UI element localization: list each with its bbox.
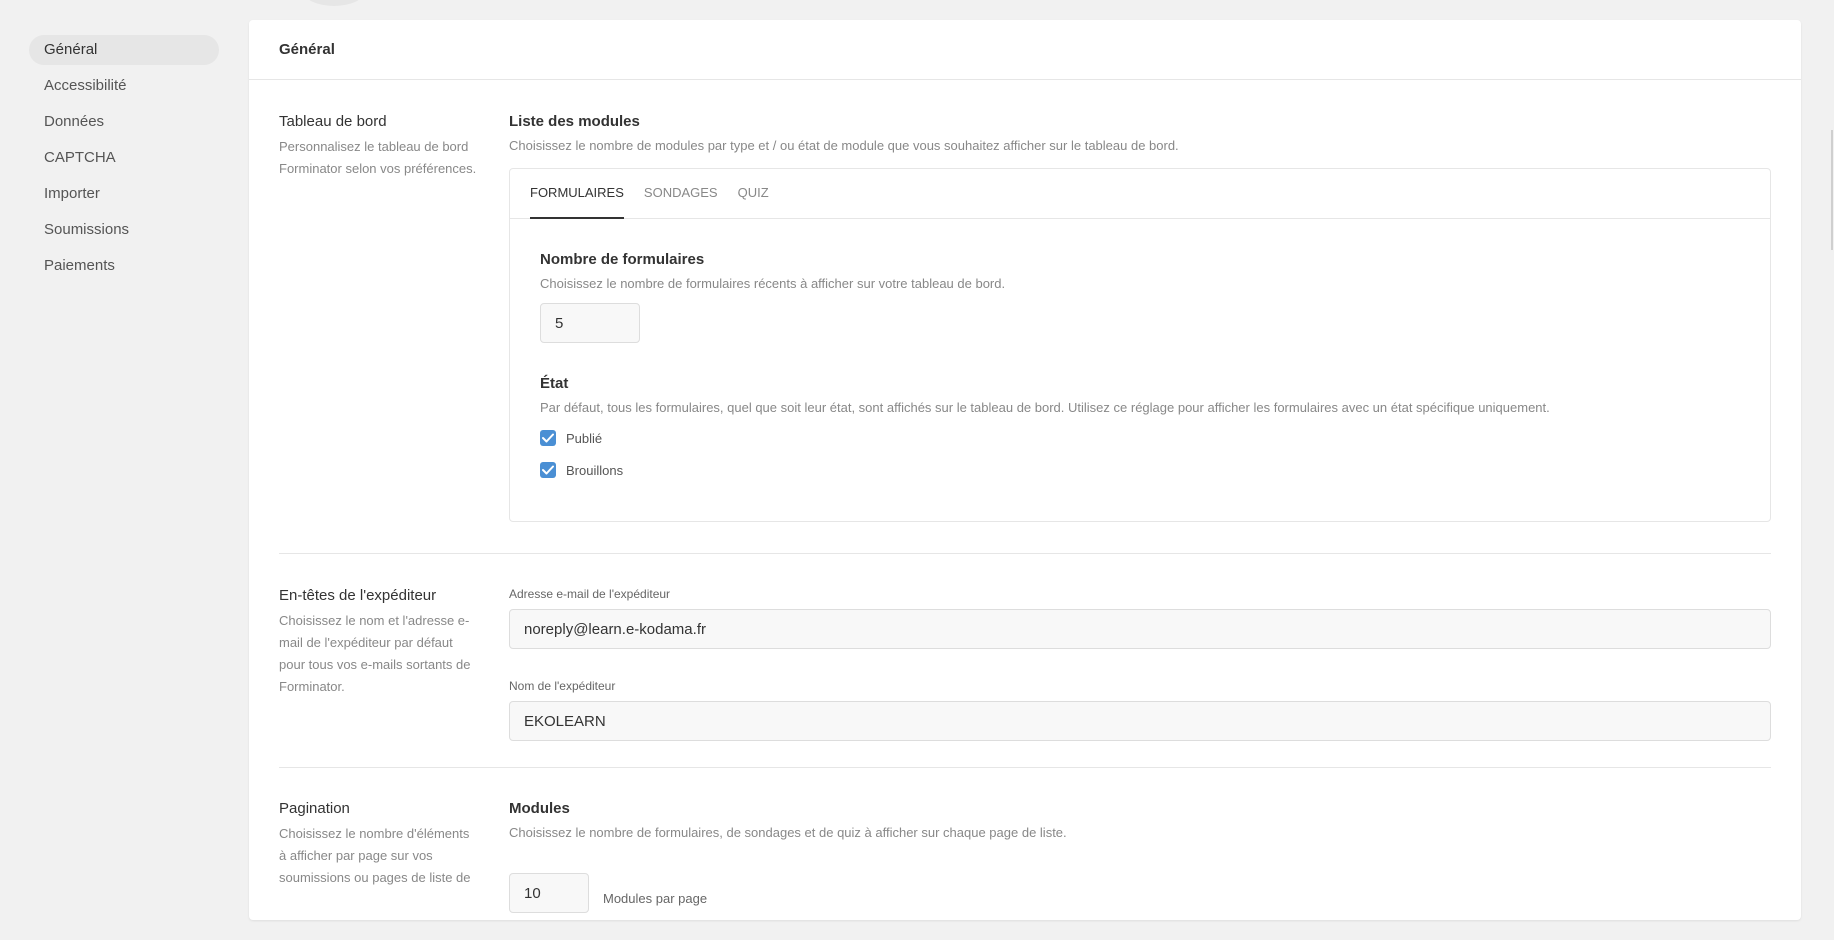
sender-section: En-têtes de l'expéditeur Choisissez le n…	[279, 587, 1771, 767]
drafts-checkbox-row[interactable]: Brouillons	[540, 461, 1740, 479]
sender-section-description: Choisissez le nom et l'adresse e-mail de…	[279, 613, 471, 694]
tab-forms-panel: Nombre de formulaires Choisissez le nomb…	[540, 251, 1740, 479]
modules-list-title: Liste des modules	[509, 113, 640, 130]
sender-section-title: En-têtes de l'expéditeur	[279, 587, 437, 604]
dashboard-section: Tableau de bord Personnalisez le tableau…	[279, 113, 1771, 553]
drafts-label: Brouillons	[566, 462, 624, 478]
sender-label-column: En-têtes de l'expéditeur Choisissez le n…	[279, 587, 479, 698]
sidebar-item-captcha[interactable]: CAPTCHA	[29, 143, 219, 173]
drafts-checkbox[interactable]	[540, 462, 556, 478]
tabs-bar: FORMULAIRES SONDAGES QUIZ	[510, 169, 1770, 219]
tab-polls[interactable]: SONDAGES	[644, 169, 718, 219]
dashboard-section-description: Personnalisez le tableau de bord Formina…	[279, 139, 477, 176]
sidebar-item-accessibility[interactable]: Accessibilité	[29, 71, 219, 101]
check-icon	[542, 465, 554, 475]
pagination-content: Modules Choisissez le nombre de formulai…	[509, 800, 1771, 913]
settings-panel: Général Tableau de bord Personnalisez le…	[249, 20, 1801, 920]
top-header-avatar-stub	[304, 0, 364, 6]
settings-sidebar: Général Accessibilité Données CAPTCHA Im…	[29, 35, 219, 287]
forms-count-description: Choisissez le nombre de formulaires réce…	[540, 276, 1006, 291]
dashboard-section-title: Tableau de bord	[279, 113, 387, 130]
tab-quizzes[interactable]: QUIZ	[738, 169, 769, 219]
sender-email-label: Adresse e-mail de l'expéditeur	[509, 587, 671, 601]
modules-per-page-title: Modules	[509, 800, 570, 817]
published-checkbox-row[interactable]: Publié	[540, 429, 1740, 447]
sidebar-item-general[interactable]: Général	[29, 35, 219, 65]
modules-per-page-suffix: Modules par page	[603, 890, 708, 906]
dashboard-label-column: Tableau de bord Personnalisez le tableau…	[279, 113, 479, 180]
page-scrollbar[interactable]	[1820, 0, 1834, 895]
sender-name-label: Nom de l'expéditeur	[509, 679, 616, 693]
state-title: État	[540, 375, 569, 392]
state-block: État Par défaut, tous les formulaires, q…	[540, 375, 1740, 479]
pagination-section: Pagination Choisissez le nombre d'élémen…	[279, 800, 1771, 940]
section-divider	[279, 767, 1771, 768]
modules-per-page-description: Choisissez le nombre de formulaires, de …	[509, 825, 1067, 840]
pagination-section-description: Choisissez le nombre d'éléments à affich…	[279, 826, 471, 885]
forms-count-input[interactable]	[540, 303, 640, 343]
sender-name-field[interactable]	[509, 701, 1771, 741]
forms-count-title: Nombre de formulaires	[540, 251, 705, 268]
tab-forms[interactable]: FORMULAIRES	[530, 169, 624, 219]
modules-per-page-input[interactable]	[509, 873, 589, 913]
dashboard-content: Liste des modules Choisissez le nombre d…	[509, 113, 1771, 522]
module-type-tabs: FORMULAIRES SONDAGES QUIZ Nombre de form…	[509, 168, 1771, 522]
scrollbar-thumb[interactable]	[1831, 130, 1833, 250]
modules-list-description: Choisissez le nombre de modules par type…	[509, 138, 1179, 153]
sidebar-item-import[interactable]: Importer	[29, 179, 219, 209]
sender-content: Adresse e-mail de l'expéditeur Nom de l'…	[509, 587, 1771, 741]
panel-header: Général	[249, 20, 1801, 80]
sidebar-item-submissions[interactable]: Soumissions	[29, 215, 219, 245]
pagination-section-title: Pagination	[279, 800, 350, 817]
published-label: Publié	[566, 430, 603, 446]
panel-title: Général	[279, 41, 335, 58]
pagination-label-column: Pagination Choisissez le nombre d'élémen…	[279, 800, 479, 889]
modules-per-page-row: Modules par page	[509, 873, 1771, 913]
published-checkbox[interactable]	[540, 430, 556, 446]
sidebar-item-payments[interactable]: Paiements	[29, 251, 219, 281]
sidebar-item-data[interactable]: Données	[29, 107, 219, 137]
section-divider	[279, 553, 1771, 554]
check-icon	[542, 433, 554, 443]
sender-email-field[interactable]	[509, 609, 1771, 649]
state-description: Par défaut, tous les formulaires, quel q…	[540, 400, 1550, 415]
